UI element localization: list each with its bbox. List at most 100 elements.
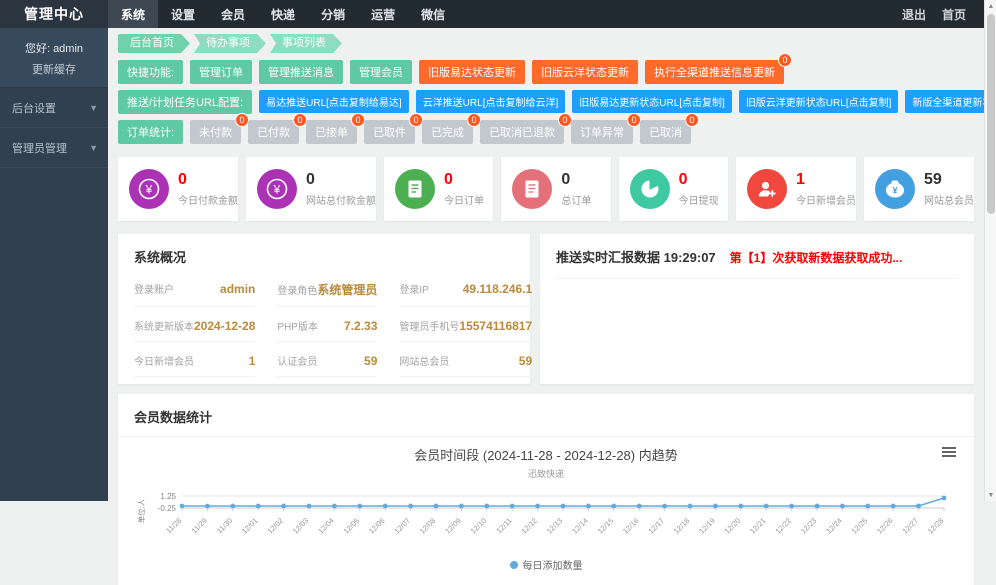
count-badge: 0 [685, 113, 700, 127]
chart-title: 会员时间段 (2024-11-28 - 2024-12-28) 内趋势 [414, 448, 678, 463]
card-today-new-members: 1 今日新增会员 [735, 157, 856, 221]
breadcrumb-list[interactable]: 事项列表 [270, 34, 342, 53]
chart-legend[interactable]: 每日添加数量 [134, 557, 958, 572]
nav-item-express[interactable]: 快递 [258, 0, 308, 28]
order-stats-row: 订单统计: 未付款 0 已付款 0 已接单 0 已取件 0 已完成 0 已取消已… [118, 113, 974, 144]
old-yunyang-status-url-button[interactable]: 旧版云洋更新状态URL[点击复制] [738, 90, 899, 113]
card-total-orders: 0 总订单 [501, 157, 611, 221]
svg-text:12/05: 12/05 [342, 516, 362, 536]
cancelled-button[interactable]: 已取消 0 [640, 113, 700, 144]
nav-item-distribution[interactable]: 分销 [308, 0, 358, 28]
nav-item-system[interactable]: 系统 [108, 0, 159, 28]
user-greeting: 您好: admin [24, 43, 84, 55]
user-add-icon [746, 169, 787, 209]
logout-link[interactable]: 退出 [902, 6, 926, 23]
yida-status-update-button[interactable]: 旧版易达状态更新 [419, 60, 526, 84]
svg-text:12/04: 12/04 [316, 516, 336, 536]
count-badge: 0 [235, 113, 250, 127]
yunyang-push-url-button[interactable]: 云洋推送URL[点击复制给云洋] [415, 90, 566, 113]
paid-button[interactable]: 已付款 0 [248, 113, 308, 144]
new-channel-status-url-button[interactable]: 新版全渠道更新状态URL[点击复制] [905, 90, 996, 113]
svg-text:11/28: 11/28 [164, 516, 183, 535]
card-total-payment: ¥ 0 网站总付款金额 [246, 157, 376, 221]
svg-text:12/27: 12/27 [900, 516, 920, 536]
svg-text:12/08: 12/08 [418, 516, 438, 536]
svg-text:12/12: 12/12 [519, 516, 539, 536]
scrollbar-thumb[interactable] [987, 14, 995, 214]
svg-text:12/16: 12/16 [621, 516, 641, 536]
svg-text:11/30: 11/30 [215, 516, 234, 535]
cancelled-refunded-button[interactable]: 已取消已退款 0 [480, 113, 573, 144]
scroll-up-arrow[interactable]: ▲ [985, 0, 996, 12]
system-overview-grid: 登录账户 admin 登录角色 系统管理员 登录IP 49.118.246.1 系统更… [134, 270, 533, 377]
card-today-payment: ¥ 0 今日付款金额 [118, 157, 238, 221]
svg-text:12/11: 12/11 [494, 516, 513, 535]
quick-actions-label: 快捷功能: [118, 60, 184, 84]
nav-item-members[interactable]: 会员 [208, 0, 258, 28]
svg-text:12/25: 12/25 [850, 516, 870, 536]
refresh-cache-link[interactable]: 更新缓存 [4, 61, 104, 77]
member-stats-panel: 会员数据统计 会员时间段 (2024-11-28 - 2024-12-28) 内… [118, 394, 974, 585]
sidebar-item-backend-settings[interactable]: 后台设置 ▼ [0, 88, 108, 128]
nav-item-operations[interactable]: 运营 [358, 0, 408, 28]
moneybag-icon: ¥ [874, 169, 915, 209]
chart-menu-icon[interactable] [942, 447, 956, 459]
manage-push-button[interactable]: 管理推送消息 [259, 60, 344, 84]
breadcrumb: 后台首页 待办事项 事项列表 [118, 34, 974, 53]
url-config-label: 推送/计划任务URL配置: [118, 90, 253, 114]
main-content: 后台首页 待办事项 事项列表 快捷功能: 管理订单 管理推送消息 管理会员 旧版… [108, 28, 996, 585]
scroll-down-arrow[interactable]: ▼ [985, 489, 996, 501]
total-members-value: 59 [518, 354, 533, 368]
php-version-value: 7.2.33 [344, 319, 378, 333]
manage-orders-button[interactable]: 管理订单 [190, 60, 253, 84]
svg-text:12/28: 12/28 [926, 516, 946, 536]
order-stats-label: 订单统计: [118, 120, 184, 144]
full-channel-push-update-button[interactable]: 执行全渠道推送信息更新 0 [645, 53, 793, 84]
old-yida-status-url-button[interactable]: 旧版易达更新状态URL[点击复制] [572, 90, 732, 113]
manage-members-button[interactable]: 管理会员 [350, 60, 413, 84]
unpaid-button[interactable]: 未付款 0 [190, 113, 250, 144]
chevron-down-icon: ▼ [89, 102, 98, 113]
breadcrumb-todos[interactable]: 待办事项 [194, 34, 266, 53]
count-badge: 0 [778, 53, 793, 67]
home-link[interactable]: 首页 [942, 6, 966, 23]
svg-text:12/06: 12/06 [367, 516, 387, 536]
card-today-withdrawal: 0 今日提现 [618, 157, 728, 221]
system-overview-title: 系统概况 [134, 250, 187, 265]
svg-text:12/13: 12/13 [545, 516, 565, 536]
order-error-button[interactable]: 订单异常 0 [571, 113, 642, 144]
svg-text:-0.25: -0.25 [158, 504, 177, 513]
svg-text:12/21: 12/21 [748, 516, 768, 536]
svg-text:12/26: 12/26 [875, 516, 895, 536]
svg-text:¥: ¥ [892, 186, 897, 196]
nav-item-settings[interactable]: 设置 [158, 0, 208, 28]
svg-text:12/18: 12/18 [672, 516, 692, 536]
yunyang-status-update-button[interactable]: 旧版云洋状态更新 [532, 60, 639, 84]
document-icon [395, 169, 435, 209]
svg-text:12/10: 12/10 [469, 516, 489, 536]
url-config-row: 推送/计划任务URL配置: 易达推送URL[点击复制给易达] 云洋推送URL[点… [118, 90, 996, 114]
picked-up-button[interactable]: 已取件 0 [364, 113, 424, 144]
svg-text:12/24: 12/24 [824, 516, 844, 536]
pie-icon [629, 169, 670, 209]
accepted-button[interactable]: 已接单 0 [306, 113, 366, 144]
nav-item-wechat[interactable]: 微信 [408, 0, 458, 28]
card-total-members: ¥ 59 网站总会员 [863, 157, 974, 221]
breadcrumb-home[interactable]: 后台首页 [118, 34, 190, 53]
svg-text:12/15: 12/15 [596, 516, 616, 536]
vertical-scrollbar[interactable]: ▲ ▼ [984, 0, 996, 501]
chevron-down-icon: ▼ [89, 142, 98, 153]
stat-cards-row: ¥ 0 今日付款金额 ¥ 0 网站总付款金额 0 今日订单 0 总订单 0 今日… [118, 157, 974, 221]
completed-button[interactable]: 已完成 0 [422, 113, 482, 144]
quick-actions-row: 快捷功能: 管理订单 管理推送消息 管理会员 旧版易达状态更新 旧版云洋状态更新… [118, 53, 974, 84]
yen-icon: ¥ [129, 169, 169, 209]
svg-text:12/09: 12/09 [443, 516, 463, 536]
sidebar-item-admin-management[interactable]: 管理员管理 ▼ [0, 128, 108, 168]
svg-text:¥: ¥ [145, 183, 153, 197]
push-report-title: 推送实时汇报数据 19:29:07 [556, 250, 716, 265]
member-stats-title: 会员数据统计 [134, 410, 213, 425]
login-account-value: admin [220, 282, 256, 296]
svg-text:12/07: 12/07 [392, 516, 412, 536]
svg-text:12/19: 12/19 [697, 516, 717, 536]
yida-push-url-button[interactable]: 易达推送URL[点击复制给易达] [259, 90, 409, 113]
